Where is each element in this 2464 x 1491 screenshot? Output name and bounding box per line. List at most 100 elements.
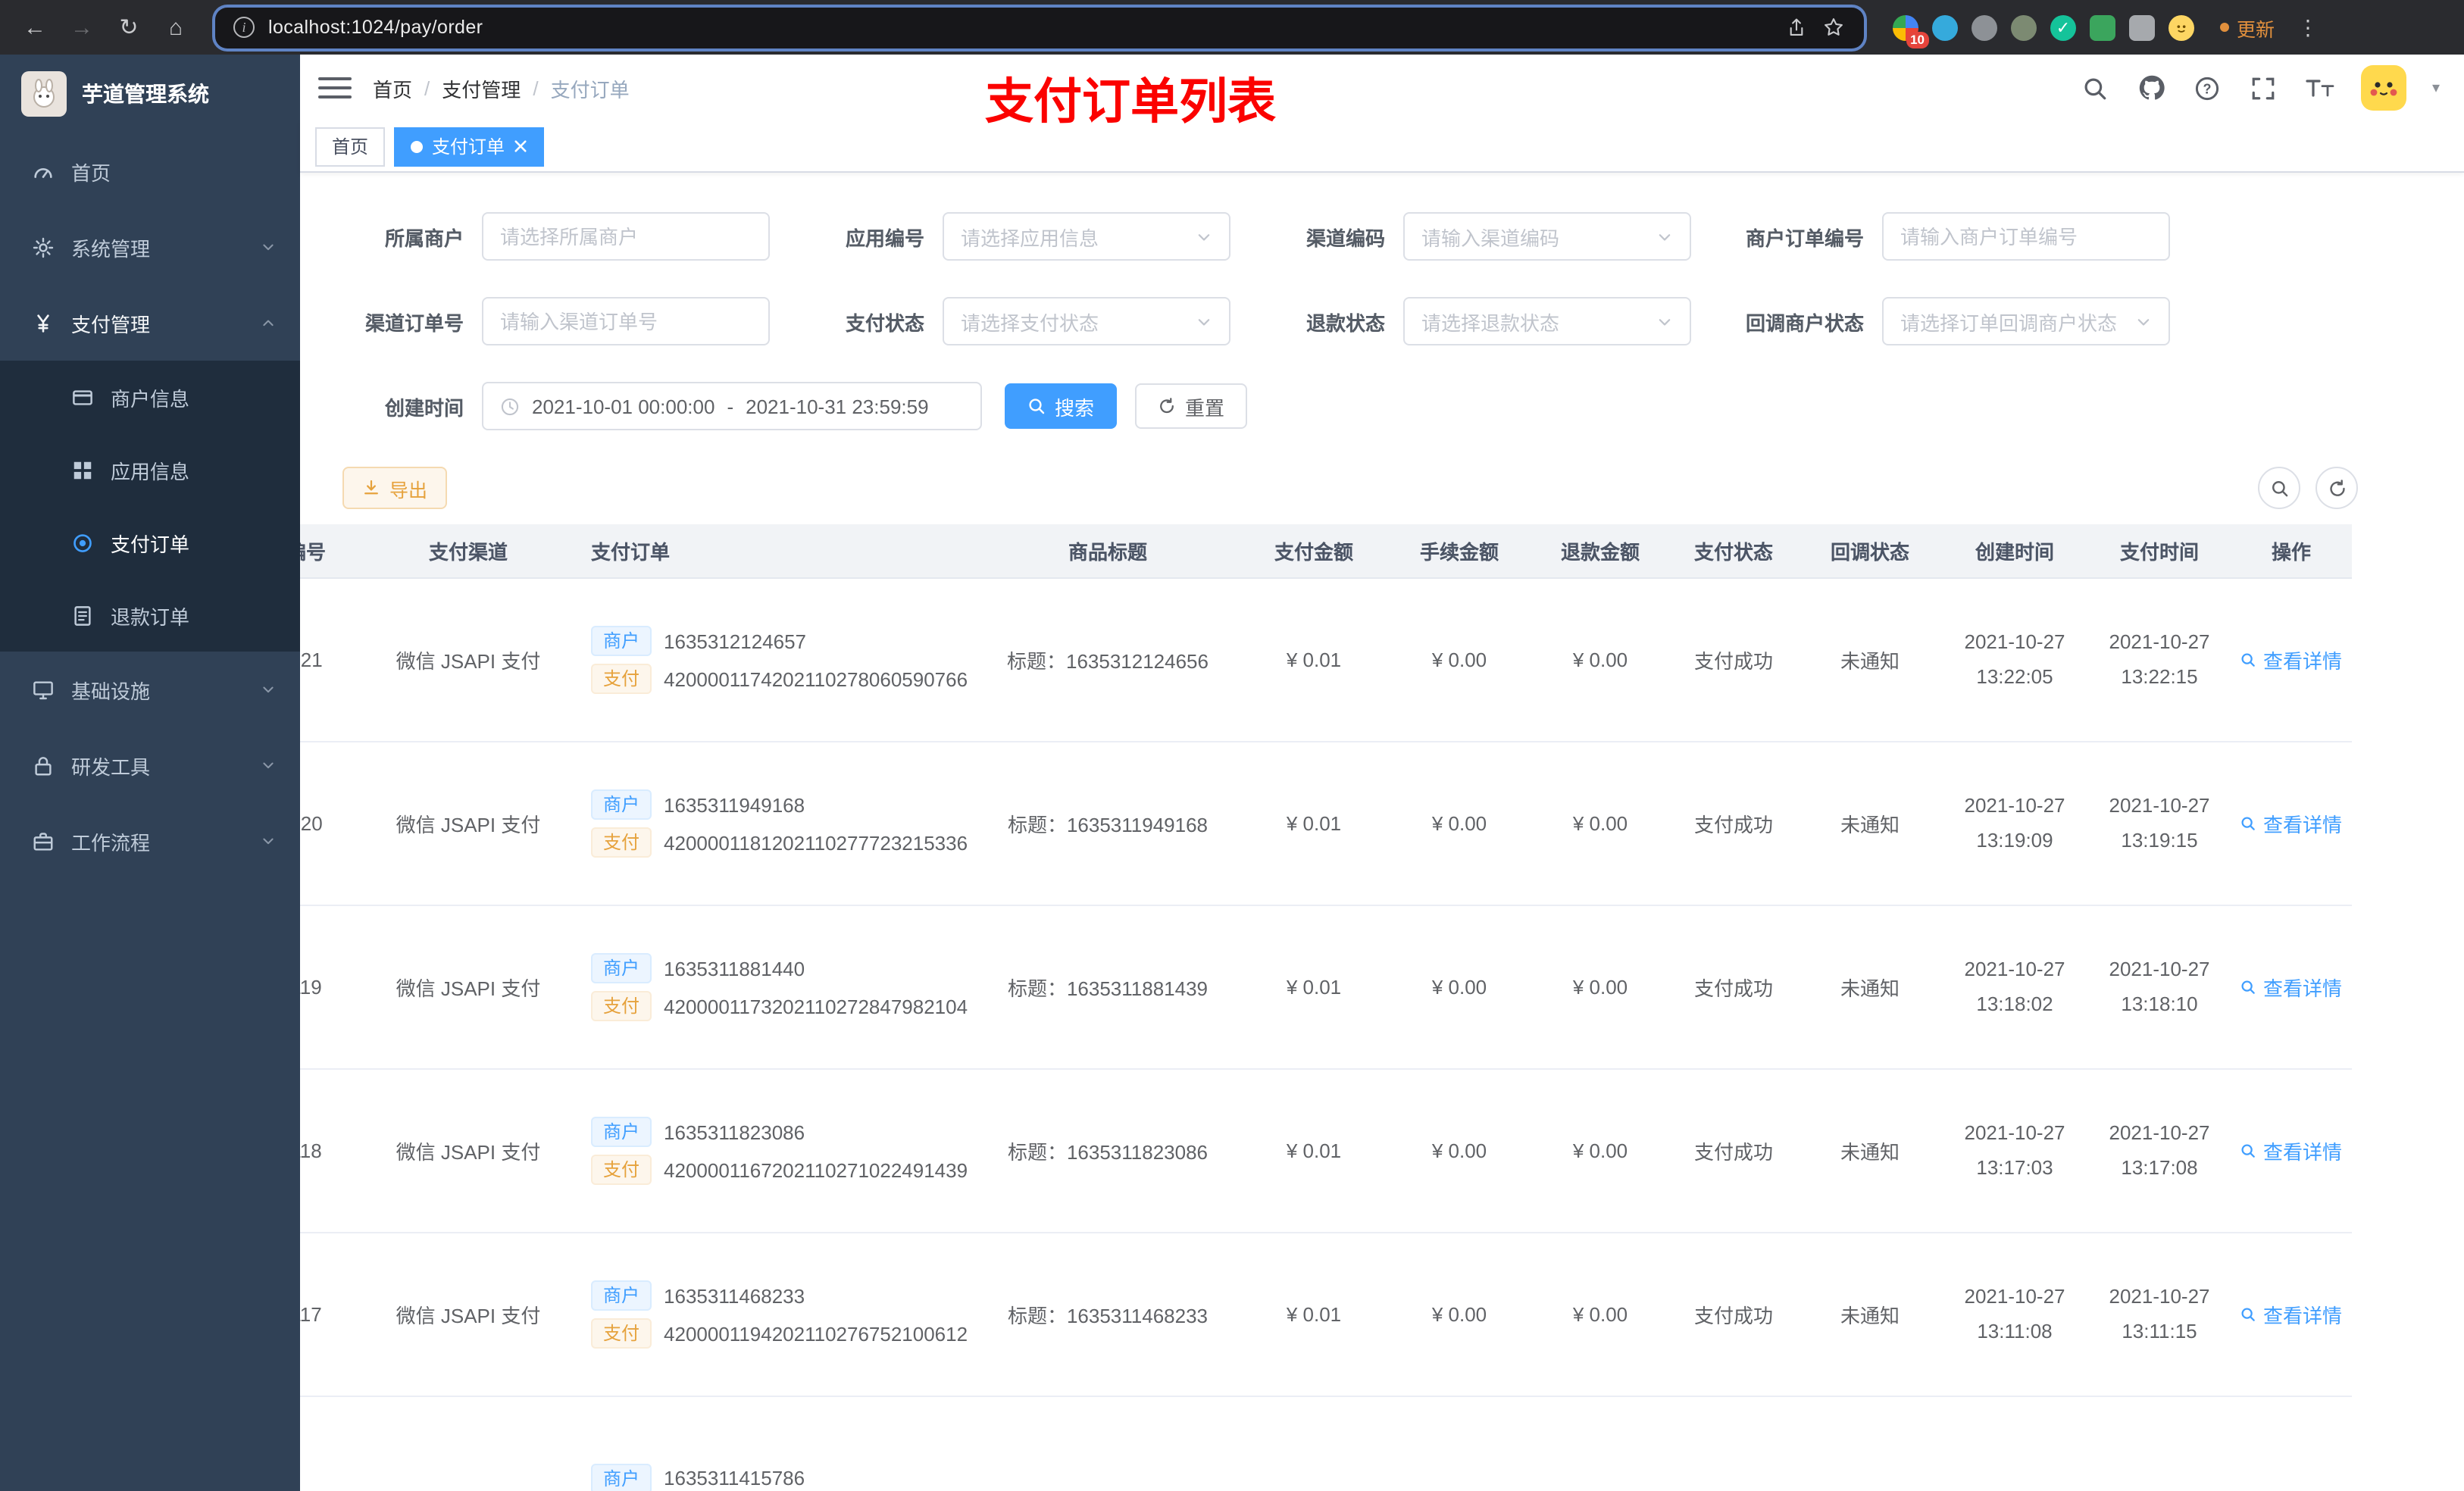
table-toolbar: 导出: [342, 467, 2358, 509]
cell-notify: 未通知: [1840, 650, 1900, 673]
column-header: 编号: [300, 541, 326, 564]
extension-icon-olive[interactable]: [2011, 14, 2037, 40]
sidebar-submenu-payment: 商户信息 应用信息 支付订单 退款订单: [0, 361, 300, 652]
view-detail-link[interactable]: 查看详情: [2240, 645, 2342, 674]
chevron-down-icon[interactable]: ▾: [2432, 80, 2440, 96]
cell-channel: 微信 JSAPI 支付: [396, 1141, 541, 1164]
breadcrumb-item[interactable]: 首页: [373, 73, 412, 102]
refresh-button[interactable]: [2315, 467, 2358, 509]
extension-icon-gray[interactable]: [1972, 14, 1997, 40]
channel-order-no-input[interactable]: [482, 297, 770, 345]
extension-icon-check[interactable]: ✓: [2050, 14, 2076, 40]
pay-tag: 支付: [591, 664, 652, 694]
sidebar-item-infra[interactable]: 基础设施: [0, 652, 300, 727]
home-icon[interactable]: ⌂: [159, 11, 192, 44]
content-area: 所属商户 应用编号 请选择应用信息 渠道编码: [300, 173, 2464, 1491]
column-header: 退款金额: [1560, 541, 1640, 564]
pay-tag: 支付: [591, 1318, 652, 1349]
extension-icon-colorful[interactable]: 10: [1893, 14, 1929, 48]
sidebar-toggle-icon[interactable]: [318, 71, 352, 105]
search-button[interactable]: 搜索: [1005, 383, 1118, 429]
cell-create-time: 2021-10-27 13:11:08: [1964, 1284, 2065, 1343]
browser-menu-icon[interactable]: ⋮: [2294, 14, 2322, 40]
create-time-range-picker[interactable]: 2021-10-01 00:00:00 - 2021-10-31 23:59:5…: [482, 382, 982, 430]
sidebar-item-merchant-info[interactable]: 商户信息: [0, 361, 300, 433]
table-row: 121 微信 JSAPI 支付 商户 1635312124657 支付 420000…: [300, 579, 2352, 742]
view-detail-link[interactable]: 查看详情: [2240, 809, 2342, 838]
chevron-down-icon: [261, 239, 276, 255]
cell-status: 支付成功: [1693, 977, 1773, 1000]
tab-bar: 首页 支付订单: [300, 121, 2464, 173]
github-icon[interactable]: [2137, 73, 2167, 103]
cell-fee: ¥ 0.00: [1431, 1139, 1487, 1162]
app-select[interactable]: 请选择应用信息: [943, 212, 1230, 261]
help-icon[interactable]: ?: [2193, 73, 2223, 103]
column-header: 创建时间: [1975, 541, 2054, 564]
breadcrumb: 首页 / 支付管理 / 支付订单: [373, 73, 630, 102]
share-icon[interactable]: [1784, 15, 1808, 39]
tab-home[interactable]: 首页: [315, 127, 386, 166]
browser-update-button[interactable]: 更新: [2220, 13, 2275, 42]
extensions-puzzle-icon[interactable]: [2129, 14, 2155, 40]
chevron-down-icon: [261, 682, 276, 697]
merchant-tag: 商户: [591, 953, 652, 983]
sidebar-item-pay-order[interactable]: 支付订单: [0, 506, 300, 579]
sidebar-item-label: 商户信息: [111, 387, 190, 410]
extension-icon-green-square[interactable]: [2090, 14, 2115, 40]
merchant-input[interactable]: [482, 212, 770, 261]
sidebar-item-app-info[interactable]: 应用信息: [0, 433, 300, 506]
reload-icon[interactable]: ↻: [112, 11, 145, 44]
sidebar-item-home[interactable]: 首页: [0, 133, 300, 209]
cell-action: 查看详情: [2231, 645, 2352, 674]
pay-status-select[interactable]: 请选择支付状态: [943, 297, 1230, 345]
forward-icon[interactable]: →: [65, 11, 98, 44]
user-avatar[interactable]: [2360, 65, 2406, 111]
merchant-no: 1635311468233: [664, 1284, 805, 1307]
breadcrumb-item[interactable]: 支付管理: [442, 73, 521, 102]
cell-id: 121: [300, 649, 323, 671]
pay-tag: 支付: [591, 991, 652, 1021]
sidebar-item-payment[interactable]: 支付管理: [0, 285, 300, 361]
fullscreen-icon[interactable]: [2249, 73, 2279, 103]
sidebar-item-workflow[interactable]: 工作流程: [0, 803, 300, 879]
cell-refund: ¥ 0.00: [1572, 1303, 1628, 1326]
sidebar-item-label: 基础设施: [71, 680, 151, 702]
refund-status-select[interactable]: 请选择退款状态: [1403, 297, 1691, 345]
cell-amount: ¥ 0.01: [1286, 976, 1342, 999]
pay-tag: 支付: [591, 827, 652, 858]
toggle-search-button[interactable]: [2258, 467, 2300, 509]
extension-icon-drop[interactable]: [1932, 14, 1958, 40]
view-detail-link[interactable]: 查看详情: [2240, 1300, 2342, 1329]
site-info-icon[interactable]: i: [233, 17, 255, 38]
reset-button[interactable]: 重置: [1135, 383, 1248, 429]
dashboard-icon: [30, 159, 55, 183]
notify-status-select[interactable]: 请选择订单回调商户状态: [1882, 297, 2170, 345]
search-icon[interactable]: [2081, 73, 2111, 103]
export-button[interactable]: 导出: [342, 467, 448, 509]
merchant-order-no-input[interactable]: [1882, 212, 2170, 261]
sidebar-item-dev-tools[interactable]: 研发工具: [0, 727, 300, 803]
address-bar[interactable]: i localhost:1024/pay/order: [215, 7, 1864, 48]
cell-create-time: 2021-10-27 13:19:09: [1964, 793, 2065, 852]
page-header: 首页 / 支付管理 / 支付订单 支付订单列表 ? ▾: [300, 55, 2464, 129]
merchant-no: 1635311823086: [664, 1121, 805, 1143]
sidebar-item-refund-order[interactable]: 退款订单: [0, 579, 300, 652]
view-detail-link[interactable]: 查看详情: [2240, 973, 2342, 1002]
profile-avatar-icon[interactable]: [2169, 14, 2194, 40]
logo-avatar: [21, 71, 67, 117]
view-detail-link[interactable]: 查看详情: [2240, 1136, 2342, 1165]
cell-id: 118: [300, 1139, 322, 1162]
filter-form: 所属商户 应用编号 请选择应用信息 渠道编码: [300, 173, 2464, 430]
cell-action: 查看详情: [2231, 809, 2352, 838]
font-size-icon[interactable]: [2305, 73, 2335, 103]
tab-pay-order[interactable]: 支付订单: [394, 127, 545, 166]
channel-code-select[interactable]: 请输入渠道编码: [1403, 212, 1691, 261]
cell-create-time: 2021-10-27 13:17:03: [1964, 1121, 2065, 1179]
close-icon[interactable]: [514, 139, 527, 153]
breadcrumb-separator: /: [533, 77, 539, 99]
bookmark-star-icon[interactable]: [1821, 15, 1846, 39]
merchant-no: 1635312124657: [664, 630, 807, 652]
yen-icon: [30, 311, 55, 335]
sidebar-item-system[interactable]: 系统管理: [0, 209, 300, 285]
back-icon[interactable]: ←: [18, 11, 52, 44]
